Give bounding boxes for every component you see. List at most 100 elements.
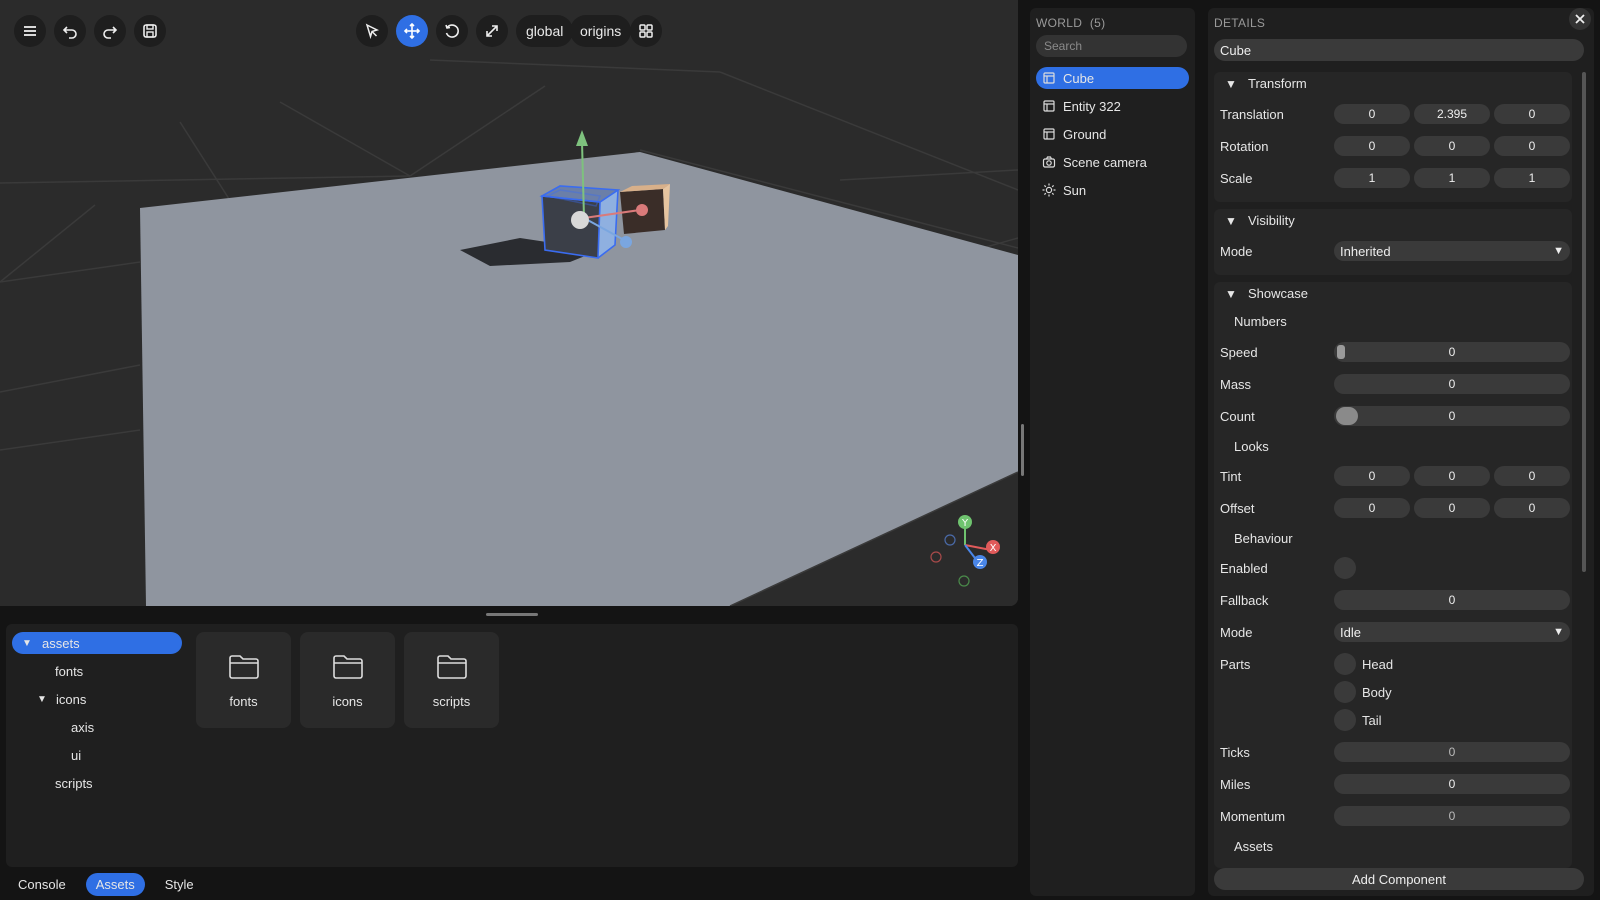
assets-panel: ▼ assets fonts ▼ icons axis ui scripts f…: [6, 624, 1018, 867]
enabled-checkbox[interactable]: [1334, 557, 1356, 579]
momentum-label: Momentum: [1220, 809, 1286, 824]
offset-x-field[interactable]: 0: [1334, 498, 1410, 518]
tree-item-fonts[interactable]: fonts: [55, 660, 83, 682]
showcase-header[interactable]: ▼ Showcase: [1224, 286, 1308, 301]
entity-item-entity-322[interactable]: Entity 322: [1036, 95, 1189, 117]
folder-card-scripts[interactable]: scripts: [404, 632, 499, 728]
rotation-y-field[interactable]: 0: [1414, 136, 1490, 156]
translation-x-field[interactable]: 0: [1334, 104, 1410, 124]
mesh-icon: [1043, 100, 1055, 112]
expand-triangle-icon[interactable]: ▼: [20, 638, 34, 649]
camera-icon: [1042, 156, 1056, 168]
tree-item-label: assets: [42, 635, 80, 651]
mass-field[interactable]: 0: [1334, 374, 1570, 394]
count-slider[interactable]: 0: [1334, 406, 1570, 426]
offset-z-field[interactable]: 0: [1494, 498, 1570, 518]
miles-field[interactable]: 0: [1334, 774, 1570, 794]
folder-card-fonts[interactable]: fonts: [196, 632, 291, 728]
scale-z-field[interactable]: 1: [1494, 168, 1570, 188]
visibility-mode-label: Mode: [1220, 244, 1253, 259]
tree-item-axis[interactable]: axis: [71, 716, 94, 738]
redo-button[interactable]: [94, 15, 126, 47]
ticks-label: Ticks: [1220, 745, 1250, 760]
pivot-toggle-button[interactable]: origins: [570, 15, 632, 47]
section-title: Visibility: [1248, 213, 1295, 228]
grid-toggle-button[interactable]: [630, 15, 662, 47]
fallback-field[interactable]: 0: [1334, 590, 1570, 610]
folder-label: icons: [332, 693, 363, 709]
details-panel: DETAILS Cube ▼ Transform Translation 0 2…: [1208, 8, 1594, 896]
entity-label: Sun: [1063, 182, 1087, 198]
visibility-mode-dropdown[interactable]: Inherited ▼: [1334, 241, 1570, 261]
rotation-x-field[interactable]: 0: [1334, 136, 1410, 156]
rotate-tool-button[interactable]: [436, 15, 468, 47]
translation-y-field[interactable]: 2.395: [1414, 104, 1490, 124]
bottom-tab-bar: Console Assets Style: [8, 872, 204, 896]
tree-item-label: fonts: [55, 663, 84, 679]
scale-x-field[interactable]: 1: [1334, 168, 1410, 188]
entity-item-scene-camera[interactable]: Scene camera: [1036, 151, 1189, 173]
tree-item-assets[interactable]: ▼ assets: [12, 632, 182, 654]
transform-header[interactable]: ▼ Transform: [1224, 76, 1307, 91]
translation-z-field[interactable]: 0: [1494, 104, 1570, 124]
entity-search-input[interactable]: [1036, 35, 1187, 57]
tint-b-field[interactable]: 0: [1494, 466, 1570, 486]
speed-slider[interactable]: 0: [1334, 342, 1570, 362]
momentum-field[interactable]: 0: [1334, 806, 1570, 826]
folder-card-icons[interactable]: icons: [300, 632, 395, 728]
tree-item-icons[interactable]: ▼ icons: [35, 688, 86, 710]
visibility-header[interactable]: ▼ Visibility: [1224, 213, 1295, 228]
enabled-label: Enabled: [1220, 561, 1268, 576]
tab-assets[interactable]: Assets: [85, 872, 145, 896]
mesh-icon: [1043, 128, 1055, 140]
part-checkbox-tail[interactable]: [1334, 709, 1356, 731]
rotation-z-field[interactable]: 0: [1494, 136, 1570, 156]
expand-triangle-icon[interactable]: ▼: [35, 694, 49, 705]
entity-item-cube[interactable]: Cube: [1036, 67, 1189, 89]
tree-item-scripts[interactable]: scripts: [55, 772, 93, 794]
close-button[interactable]: [1569, 8, 1591, 30]
entity-label: Ground: [1063, 126, 1107, 142]
details-scrollbar[interactable]: [1582, 72, 1586, 572]
tab-console[interactable]: Console: [8, 873, 76, 896]
dropdown-arrow-icon: ▼: [1553, 245, 1564, 257]
tab-style[interactable]: Style: [155, 873, 204, 896]
entity-name-field[interactable]: Cube: [1214, 39, 1584, 61]
space-toggle-button[interactable]: global: [516, 15, 574, 47]
menu-button[interactable]: [14, 15, 46, 47]
tree-item-label: axis: [71, 719, 95, 735]
scale-y-field[interactable]: 1: [1414, 168, 1490, 188]
entity-item-ground[interactable]: Ground: [1036, 123, 1189, 145]
collapse-triangle-icon[interactable]: ▼: [1224, 77, 1238, 91]
scale-icon: [486, 25, 498, 37]
section-title: Showcase: [1248, 286, 1308, 301]
part-checkbox-body[interactable]: [1334, 681, 1356, 703]
undo-button[interactable]: [54, 15, 86, 47]
part-checkbox-head[interactable]: [1334, 653, 1356, 675]
select-tool-button[interactable]: [356, 15, 388, 47]
collapse-triangle-icon[interactable]: ▼: [1224, 287, 1238, 301]
entity-item-sun[interactable]: Sun: [1036, 179, 1189, 201]
vertical-splitter[interactable]: [1021, 424, 1024, 476]
horizontal-splitter[interactable]: [486, 613, 538, 616]
offset-y-field[interactable]: 0: [1414, 498, 1490, 518]
tint-r-field[interactable]: 0: [1334, 466, 1410, 486]
scene-viewport[interactable]: Y X Z global origins: [0, 0, 1018, 606]
orientation-gizmo[interactable]: Y X Z: [925, 510, 1005, 590]
add-component-button[interactable]: Add Component: [1214, 868, 1584, 890]
details-title: DETAILS: [1214, 16, 1266, 30]
slider-handle[interactable]: [1337, 345, 1345, 359]
behaviour-mode-dropdown[interactable]: Idle ▼: [1334, 622, 1570, 642]
tree-item-ui[interactable]: ui: [71, 744, 81, 766]
save-button[interactable]: [134, 15, 166, 47]
slider-handle[interactable]: [1336, 407, 1358, 425]
ticks-field[interactable]: 0: [1334, 742, 1570, 762]
speed-label: Speed: [1220, 345, 1258, 360]
close-icon: [1575, 14, 1585, 24]
tint-g-field[interactable]: 0: [1414, 466, 1490, 486]
scale-tool-button[interactable]: [476, 15, 508, 47]
move-tool-button[interactable]: [396, 15, 428, 47]
folder-label: scripts: [432, 693, 471, 709]
collapse-triangle-icon[interactable]: ▼: [1224, 214, 1238, 228]
cursor-icon: [365, 23, 380, 40]
